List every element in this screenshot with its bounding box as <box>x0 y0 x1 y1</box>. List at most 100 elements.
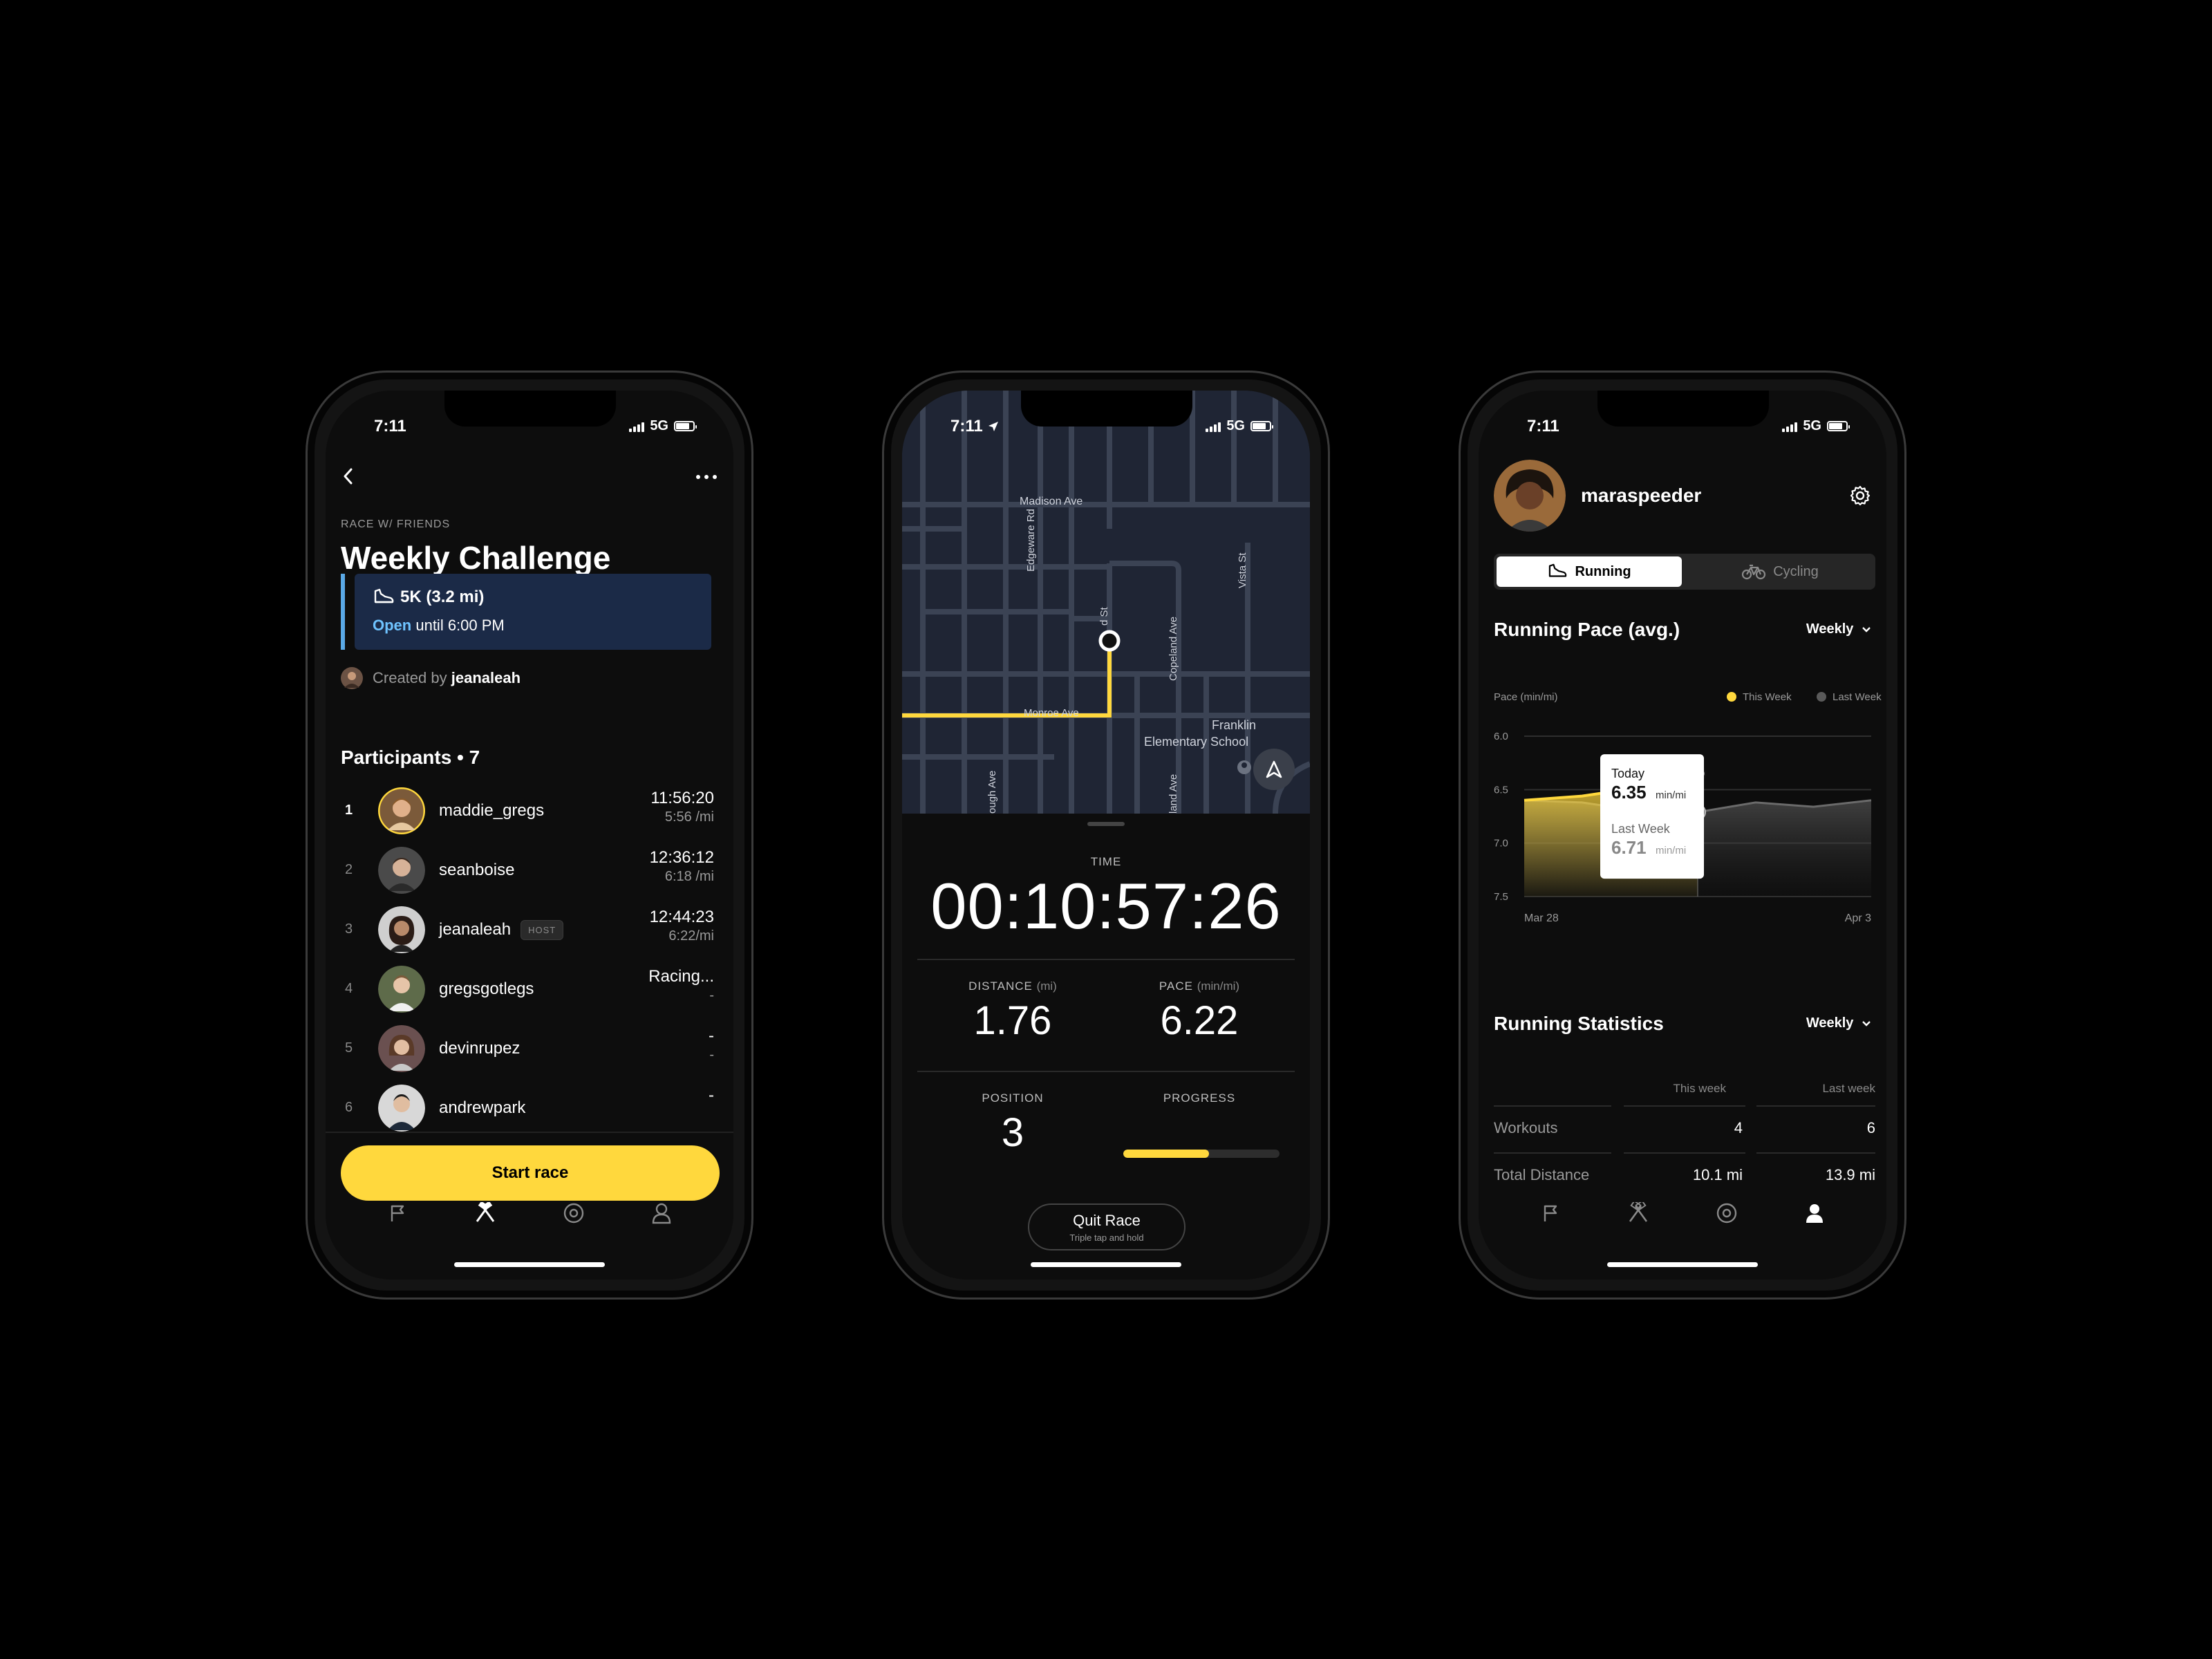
tab-activity[interactable] <box>1710 1197 1743 1230</box>
chevron-left-icon <box>344 468 353 485</box>
tab-bar <box>1479 1185 1886 1241</box>
row-label-workouts: Workouts <box>1494 1119 1558 1136</box>
participant-rank: 5 <box>345 1040 353 1056</box>
participant-avatar <box>378 1025 425 1072</box>
participant-pace: - <box>709 1047 714 1062</box>
more-options-button[interactable] <box>695 462 718 486</box>
participant-avatar <box>378 1085 425 1132</box>
network-label: 5G <box>1803 418 1821 433</box>
tab-races[interactable] <box>381 1197 414 1230</box>
status-time: 7:11 <box>1527 417 1559 435</box>
tooltip-lastweek-value: 6.71 <box>1611 837 1647 858</box>
map-label-copeland: Copeland Ave <box>1168 616 1179 681</box>
tab-races[interactable] <box>1534 1197 1567 1230</box>
y-axis-label: Pace (min/mi) <box>1494 691 1558 703</box>
bicycle-icon <box>1742 564 1766 580</box>
tab-profile[interactable] <box>1798 1197 1831 1230</box>
list-item[interactable]: 6 andrewpark - <box>341 1079 714 1138</box>
creator-row: Created by jeanaleah <box>341 667 521 689</box>
shoe-icon <box>1549 563 1567 577</box>
race-flags-icon <box>1629 1202 1648 1222</box>
signal-icon <box>1782 421 1798 432</box>
tab-running[interactable]: Running <box>1497 556 1682 587</box>
map-label-vista: Vista St <box>1237 552 1248 588</box>
race-flags-icon <box>476 1202 495 1222</box>
host-badge: HOST <box>521 920 564 941</box>
tab-activity[interactable] <box>557 1197 590 1230</box>
race-distance: 5K (3.2 mi) <box>400 588 485 606</box>
shoe-icon <box>374 588 394 603</box>
list-item[interactable]: 4 gregsgotlegs Racing... - <box>341 960 714 1020</box>
quit-hint: Triple tap and hold <box>1069 1232 1144 1243</box>
map-label-madison: Madison Ave <box>1020 496 1083 507</box>
participant-name: andrewpark <box>439 1098 526 1117</box>
chevron-down-icon <box>1862 627 1871 632</box>
y-tick-label: 7.5 <box>1494 891 1508 903</box>
map-label-partial-st: d St <box>1098 607 1110 626</box>
participant-name: jeanaleah HOST <box>439 920 564 941</box>
participant-time: - <box>709 1027 714 1045</box>
participant-rank: 4 <box>345 981 353 996</box>
home-indicator <box>1031 1262 1181 1267</box>
map-label-partial-ave2: land Ave <box>1168 774 1179 814</box>
distance-this-week: 10.1 mi <box>1692 1166 1743 1183</box>
participant-name: gregsgotlegs <box>439 980 534 998</box>
participant-pace: 6:18 /mi <box>664 869 714 884</box>
settings-button[interactable] <box>1849 485 1871 510</box>
list-item[interactable]: 5 devinrupez - - <box>341 1020 714 1079</box>
x-tick-label: Mar 28 <box>1524 912 1559 924</box>
participant-avatar <box>378 966 425 1013</box>
list-item[interactable]: 1 maddie_gregs 11:56:20 5:56 /mi <box>341 782 714 841</box>
ellipsis-icon <box>696 475 717 479</box>
map-streets <box>902 391 1310 814</box>
participant-time: 12:44:23 <box>649 908 714 926</box>
created-by-label: Created by <box>373 669 447 686</box>
network-label: 5G <box>1226 418 1245 433</box>
tab-race-friends[interactable] <box>1622 1197 1655 1230</box>
phone-race-details: 7:11 5G RACE W/ FRIENDS Weekly Challenge… <box>306 371 753 1300</box>
race-open-until: until 6:00 PM <box>411 617 505 634</box>
tab-cycling[interactable]: Cycling <box>1687 556 1873 587</box>
legend-marker-this-week <box>1727 692 1736 702</box>
participant-pace: - <box>709 988 714 1003</box>
participant-time: 12:36:12 <box>649 848 714 867</box>
progress-fill <box>1123 1150 1210 1158</box>
stats-heading: Running Statistics <box>1494 1013 1664 1034</box>
signal-icon <box>1206 421 1221 432</box>
status-bar: 7:11 5G <box>902 417 1310 444</box>
recenter-button[interactable] <box>1253 749 1295 790</box>
back-button[interactable] <box>341 467 356 491</box>
col-header-this-week: This week <box>1673 1082 1726 1095</box>
participant-avatar <box>378 906 425 953</box>
avatar[interactable] <box>1494 460 1566 532</box>
created-by-user[interactable]: jeanaleah <box>451 669 521 686</box>
position-value: 3 <box>1001 1110 1024 1155</box>
flag-icon <box>391 1205 404 1221</box>
progress-bar <box>1123 1150 1280 1158</box>
location-arrow-icon <box>988 422 999 431</box>
tooltip-today-unit: min/mi <box>1656 789 1686 801</box>
row-label-total-distance: Total Distance <box>1494 1166 1590 1183</box>
person-icon <box>653 1203 671 1224</box>
route-map[interactable]: Madison Ave Edgeware Rd d St Copeland Av… <box>902 391 1310 814</box>
status-time: 7:11 <box>950 417 1000 436</box>
battery-icon <box>674 421 697 431</box>
phone-profile: 7:11 5G maraspeeder Running Cycling Runn… <box>1459 371 1906 1300</box>
pace-chart[interactable]: Pace (min/mi) This Week Last Week 6.0 6.5 7.0… <box>1479 681 1886 930</box>
quit-race-button[interactable]: Quit Race Triple tap and hold <box>1028 1203 1185 1250</box>
participant-rank: 2 <box>345 862 353 877</box>
time-label: TIME <box>1090 855 1122 868</box>
list-item[interactable]: 2 seanboise 12:36:12 6:18 /mi <box>341 841 714 901</box>
page-title: Weekly Challenge <box>341 540 611 576</box>
x-tick-label: Apr 3 <box>1845 912 1871 924</box>
tooltip-lastweek-label: Last Week <box>1611 822 1671 836</box>
participant-rank: 6 <box>345 1100 353 1115</box>
pace-period-dropdown[interactable]: Weekly <box>1806 621 1871 637</box>
race-info-card: 5K (3.2 mi) Open until 6:00 PM <box>341 574 711 650</box>
tab-race-friends[interactable] <box>469 1197 502 1230</box>
sheet-handle[interactable] <box>1087 822 1125 826</box>
pace-heading: Running Pace (avg.) <box>1494 619 1680 640</box>
stats-period-dropdown[interactable]: Weekly <box>1806 1015 1871 1031</box>
list-item[interactable]: 3 jeanaleah HOST 12:44:23 6:22/mi <box>341 901 714 960</box>
tab-profile[interactable] <box>645 1197 678 1230</box>
